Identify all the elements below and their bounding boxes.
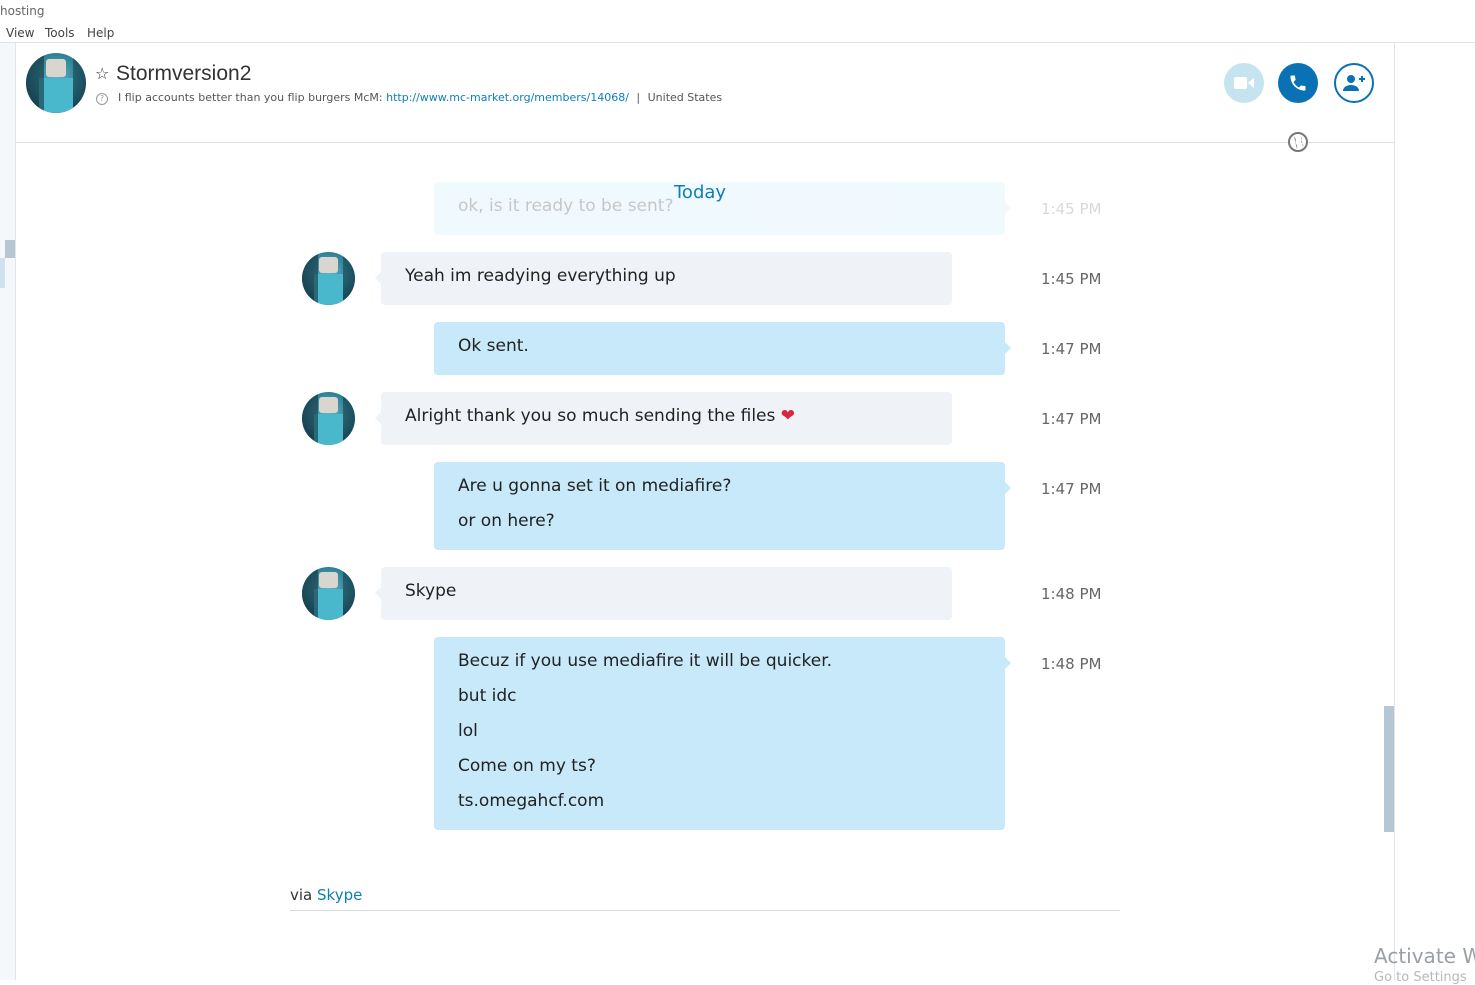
sidebar-collapsed[interactable] xyxy=(0,43,16,980)
message-text: lol xyxy=(458,721,478,741)
menu-bar: View Tools Help xyxy=(0,22,1475,43)
video-camera-icon xyxy=(1234,77,1254,89)
footer-divider xyxy=(290,910,1120,911)
message-time: 1:47 PM xyxy=(1041,410,1102,428)
window-title-bar: hosting xyxy=(0,0,1475,22)
message-time: 1:47 PM xyxy=(1041,340,1102,358)
message-text: ok, is it ready to be sent? xyxy=(458,196,674,216)
scrollbar-thumb[interactable] xyxy=(1384,706,1394,832)
menu-help[interactable]: Help xyxy=(87,26,114,40)
activation-watermark: Activate Wi xyxy=(1374,944,1475,968)
incoming-message[interactable]: Alright thank you so much sending the fi… xyxy=(375,392,952,445)
incoming-message[interactable]: Skype xyxy=(375,567,952,620)
date-divider: Today xyxy=(674,182,727,203)
add-people-button[interactable] xyxy=(1334,63,1374,103)
message-text: Are u gonna set it on mediafire? xyxy=(458,476,732,496)
outgoing-message[interactable]: Becuz if you use mediafire it will be qu… xyxy=(434,637,1011,830)
via-skype-link[interactable]: Skype xyxy=(317,886,362,904)
heart-emoji-icon: ❤ xyxy=(780,406,796,426)
message-time: 1:45 PM xyxy=(1041,270,1102,288)
conversation-header: ☆ Stormversion2 ? I flip accounts better … xyxy=(16,43,1394,143)
mood-link[interactable]: http://www.mc-market.org/members/14068/ xyxy=(386,91,629,104)
message-text: ts.omegahcf.com xyxy=(458,791,605,811)
window-title: hosting xyxy=(0,4,45,18)
activation-watermark-sub: Go to Settings xyxy=(1374,970,1467,985)
message-time: 1:48 PM xyxy=(1041,655,1102,673)
incoming-message[interactable]: Yeah im readying everything up xyxy=(375,252,952,305)
sidebar-selection-marker xyxy=(0,258,5,288)
contact-avatar[interactable] xyxy=(26,53,86,113)
add-person-icon xyxy=(1343,75,1365,91)
outgoing-message[interactable]: Ok sent. xyxy=(434,322,1011,375)
favorite-star-icon[interactable]: ☆ xyxy=(95,64,109,83)
mood-separator: | xyxy=(636,91,641,104)
message-text: or on here? xyxy=(458,511,555,531)
message-text: Skype xyxy=(405,581,457,601)
via-label: via xyxy=(290,886,313,904)
via-footer: via Skype xyxy=(290,886,362,904)
right-divider xyxy=(1394,43,1395,980)
contact-name[interactable]: Stormversion2 xyxy=(116,62,251,86)
message-text: Ok sent. xyxy=(458,336,529,356)
phone-icon xyxy=(1290,75,1306,91)
sender-avatar[interactable] xyxy=(302,567,355,620)
outgoing-message[interactable]: Are u gonna set it on mediafire? or on h… xyxy=(434,462,1011,550)
message-text-row: Alright thank you so much sending the fi… xyxy=(405,406,795,426)
sidebar-marker xyxy=(5,240,15,258)
menu-view[interactable]: View xyxy=(6,26,34,40)
video-call-button[interactable] xyxy=(1224,63,1264,103)
message-text: Becuz if you use mediafire it will be qu… xyxy=(458,651,833,671)
contact-location: United States xyxy=(647,91,723,104)
mood-message: ? I flip accounts better than you flip bu… xyxy=(96,91,722,105)
translator-globe-icon[interactable] xyxy=(1288,132,1308,152)
message-text: but idc xyxy=(458,686,517,706)
voice-call-button[interactable] xyxy=(1278,63,1318,103)
message-text: Come on my ts? xyxy=(458,756,596,776)
help-circle-icon: ? xyxy=(96,93,108,105)
message-text: Yeah im readying everything up xyxy=(405,266,676,286)
menu-tools[interactable]: Tools xyxy=(45,26,75,40)
mood-text: I flip accounts better than you flip bur… xyxy=(118,91,383,104)
message-text: Alright thank you so much sending the fi… xyxy=(405,406,776,426)
sender-avatar[interactable] xyxy=(302,252,355,305)
message-time: 1:47 PM xyxy=(1041,480,1102,498)
sender-avatar[interactable] xyxy=(302,392,355,445)
message-time: 1:45 PM xyxy=(1041,200,1102,218)
message-time: 1:48 PM xyxy=(1041,585,1102,603)
